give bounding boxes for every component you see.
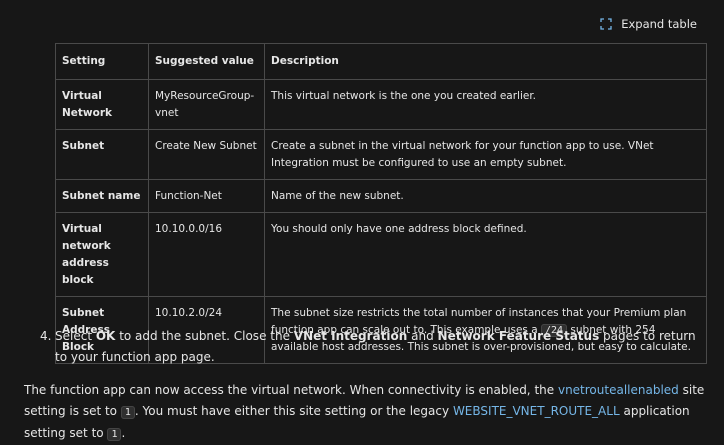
table-row: Subnet name Function-Net Name of the new… — [55, 179, 707, 213]
setting-cell: Subnet name — [55, 179, 149, 213]
value-cell: Function-Net — [148, 179, 265, 213]
setting-cell: Virtual network address block — [55, 212, 149, 297]
paragraph-text: . — [121, 426, 126, 440]
description-cell: You should only have one address block d… — [264, 212, 707, 297]
expand-icon — [600, 18, 612, 30]
step-text-part: to add the subnet. Close the — [119, 329, 290, 343]
settings-table: Setting Suggested value Description Virt… — [55, 43, 707, 364]
ok-label: OK — [95, 329, 116, 343]
column-header-setting: Setting — [55, 43, 149, 80]
step-number: 4. — [40, 329, 52, 343]
setting-cell: Subnet — [55, 129, 149, 180]
step-text: Select OK to add the subnet. Close the V… — [55, 326, 700, 368]
column-header-description: Description — [264, 43, 707, 80]
table-row: Virtual network address block 10.10.0.0/… — [55, 212, 707, 297]
step-4: 4. Select OK to add the subnet. Close th… — [40, 326, 700, 368]
table-header-row: Setting Suggested value Description — [55, 43, 707, 80]
value-cell: 10.10.0.0/16 — [148, 212, 265, 297]
paragraph-text: The function app can now access the virt… — [24, 383, 555, 397]
column-header-suggested-value: Suggested value — [148, 43, 265, 80]
vnetrouteallenabled-link[interactable]: vnetrouteallenabled — [558, 383, 679, 397]
network-feature-status-label: Network Feature Status — [437, 329, 600, 343]
description-cell: Name of the new subnet. — [264, 179, 707, 213]
value-cell: Create New Subnet — [148, 129, 265, 180]
vnet-integration-label: VNet Integration — [293, 329, 408, 343]
value-cell: MyResourceGroup-vnet — [148, 79, 265, 130]
description-cell: This virtual network is the one you crea… — [264, 79, 707, 130]
connectivity-paragraph: The function app can now access the virt… — [24, 380, 714, 445]
description-cell: Create a subnet in the virtual network f… — [264, 129, 707, 180]
setting-cell: Virtual Network — [55, 79, 149, 130]
table-row: Virtual Network MyResourceGroup-vnet Thi… — [55, 79, 707, 130]
step-text-part: Select — [55, 329, 93, 343]
table-row: Subnet Create New Subnet Create a subnet… — [55, 129, 707, 180]
expand-table-button[interactable]: Expand table — [600, 17, 697, 31]
paragraph-text: . You must have either this site setting… — [134, 404, 450, 418]
expand-table-label: Expand table — [621, 17, 697, 31]
website-vnet-route-all-link[interactable]: WEBSITE_VNET_ROUTE_ALL — [453, 404, 620, 418]
inline-code: 1 — [120, 406, 135, 419]
step-text-part: and — [411, 329, 434, 343]
